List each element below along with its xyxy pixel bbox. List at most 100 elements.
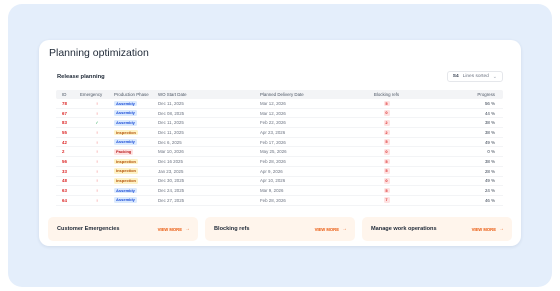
alert-icon: ! [96, 188, 98, 194]
table-row[interactable]: 48! Inspection Dec 30, 2025 Apr 10, 2026 0 49… [56, 177, 503, 187]
phase-cell: Packing [111, 148, 155, 155]
card-title: Blocking refs [214, 226, 250, 232]
delivery-date: Feb 28, 2026 [260, 197, 286, 203]
emergency-cell: ! [77, 130, 111, 135]
alert-icon: ! [96, 197, 98, 203]
delivery-date: Feb 28, 2026 [260, 158, 286, 164]
wo-start-date: Mar 10, 2026 [158, 149, 184, 155]
progress-value: 44 % [484, 110, 495, 116]
page-title: Planning optimization [49, 47, 149, 59]
planning-panel: Planning optimization Release planning S… [39, 40, 521, 246]
check-icon: ✓ [95, 120, 99, 126]
chevron-down-icon: ⌄ [492, 73, 497, 80]
blocking-cell: 7 [355, 197, 418, 204]
blocking-badge: 2 [383, 119, 390, 126]
blocking-badge: 5 [383, 187, 390, 194]
table-row[interactable]: 83 ✓ Assembly Dec 11, 2025 Feb 22, 2026 2 38 % [56, 118, 503, 129]
phase-badge: Inspection [114, 129, 139, 136]
blocking-badge: 0 [383, 110, 390, 116]
progress-value: 38 % [484, 129, 495, 135]
phase-cell: Assembly [111, 197, 155, 204]
table-header: ID Emergency Production Phase WO Start D… [56, 90, 503, 99]
header-progress[interactable]: Progress [418, 92, 503, 97]
row-id: 48 [62, 178, 67, 184]
wo-start-date: Jan 23, 2025 [158, 168, 184, 174]
table-row[interactable]: 56! Inspection Dec 16 2025 Feb 28, 2026 5 38 … [56, 157, 503, 167]
table-row[interactable]: 2! Packing Mar 10, 2026 May 25, 2026 0 0 % [56, 147, 503, 158]
table-row[interactable]: 42! Assembly Dec 6, 2025 Feb 17, 2026 5 49 % [56, 138, 503, 148]
view-more-link[interactable]: VIEW MORE → [315, 226, 347, 232]
emergency-cell: ✓ [77, 120, 111, 125]
header-blocking[interactable]: Blocking refs [355, 92, 418, 97]
emergency-cell: ! [77, 149, 111, 154]
progress-value: 24 % [484, 188, 495, 194]
phase-cell: Assembly [111, 100, 155, 107]
blocking-cell: 2 [355, 129, 418, 136]
wo-start-date: Dec 24, 2025 [158, 188, 185, 194]
header-id[interactable]: ID [56, 92, 77, 97]
progress-cell: 0 % [418, 149, 503, 154]
blocking-cell: 0 [355, 110, 418, 116]
phase-cell: Inspection [111, 129, 155, 136]
header-phase[interactable]: Production Phase [111, 92, 155, 97]
progress-cell: 56 % [418, 101, 503, 106]
header-emergency[interactable]: Emergency [77, 92, 111, 97]
phase-badge: Assembly [114, 139, 137, 145]
progress-value: 38 % [484, 158, 495, 164]
progress-cell: 44 % [418, 111, 503, 116]
arrow-right-icon: → [185, 226, 190, 232]
row-id: 78 [62, 100, 67, 106]
table-row[interactable]: 78! Assembly Dec 11, 2025 Mar 12, 2026 5 56 % [56, 99, 503, 109]
card-title: Customer Emergencies [57, 226, 120, 232]
alert-icon: ! [96, 178, 98, 184]
card-work-operations: Manage work operations VIEW MORE → [362, 217, 512, 241]
blocking-cell: 5 [355, 168, 418, 174]
delivery-date: Apr 23, 2026 [260, 129, 286, 135]
table-row[interactable]: 33! Inspection Jan 23, 2025 Apr 9, 2026 5 28 … [56, 167, 503, 177]
blocking-badge: 5 [383, 158, 390, 165]
progress-cell: 38 % [418, 130, 503, 135]
delivery-date: Apr 9, 2026 [260, 168, 283, 174]
sort-select[interactable]: S4 Lines sorted ⌄ [446, 71, 503, 82]
view-more-link[interactable]: VIEW MORE → [472, 226, 504, 232]
delivery-date: May 25, 2026 [260, 149, 287, 155]
sort-value: Lines sorted [462, 74, 489, 79]
row-id: 63 [62, 188, 67, 194]
blocking-badge: 0 [383, 178, 390, 184]
table-row[interactable]: 64! Assembly Dec 27, 2025 Feb 28, 2026 7 46 % [56, 196, 503, 206]
wo-start-date: Dec 6, 2025 [158, 139, 182, 145]
header-delivery[interactable]: Planned Delivery Date [257, 92, 355, 97]
row-id: 33 [62, 168, 67, 174]
delivery-date: Mar 12, 2026 [260, 100, 286, 106]
wo-start-date: Dec 11, 2025 [158, 129, 184, 135]
blocking-badge: 5 [383, 168, 390, 174]
delivery-date: Feb 17, 2026 [260, 139, 286, 145]
progress-cell: 28 % [418, 169, 503, 174]
view-more-label: VIEW MORE [157, 226, 182, 232]
summary-cards: Customer Emergencies VIEW MORE → Blockin… [48, 217, 512, 241]
phase-badge: Inspection [114, 168, 139, 174]
phase-badge: Packing [114, 148, 134, 155]
progress-value: 56 % [484, 100, 495, 106]
header-wo-start[interactable]: WO Start Date [155, 92, 257, 97]
blocking-cell: 2 [355, 119, 418, 126]
table-row[interactable]: 55! Inspection Dec 11, 2025 Apr 23, 2026 2 38… [56, 128, 503, 138]
blocking-cell: 5 [355, 158, 418, 165]
wo-start-date: Dec 27, 2025 [158, 197, 185, 203]
row-id: 55 [62, 129, 67, 135]
wo-start-date: Dec 16 2025 [158, 158, 183, 164]
wo-start-date: Dec 11, 2025 [158, 120, 184, 126]
progress-value: 46 % [484, 197, 495, 203]
emergency-cell: ! [77, 178, 111, 183]
view-more-link[interactable]: VIEW MORE → [158, 226, 190, 232]
table-row[interactable]: 63! Assembly Dec 24, 2025 Mar 9, 2026 5 24 % [56, 186, 503, 196]
phase-cell: Assembly [111, 119, 155, 126]
blocking-cell: 0 [355, 178, 418, 184]
phase-badge: Assembly [114, 110, 137, 116]
emergency-cell: ! [77, 101, 111, 106]
delivery-date: Mar 9, 2026 [260, 188, 284, 194]
table-row[interactable]: 67! Assembly Dec 08, 2025 Mar 12, 2026 0 44 % [56, 109, 503, 119]
wo-start-date: Dec 30, 2025 [158, 178, 185, 184]
wo-start-date: Dec 11, 2025 [158, 100, 184, 106]
alert-icon: ! [96, 129, 98, 135]
